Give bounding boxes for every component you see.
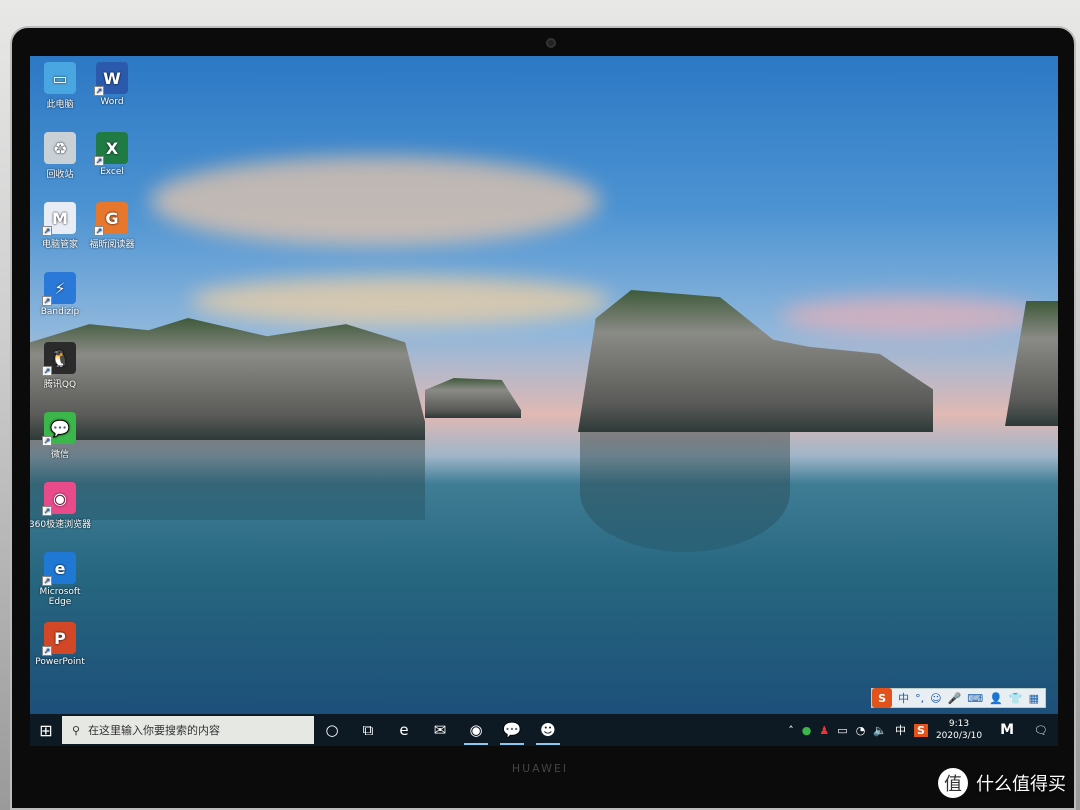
clock[interactable]: 9:13 2020/3/10: [936, 718, 982, 742]
webcam: [546, 38, 556, 48]
ime-skin-icon[interactable]: 👕: [1009, 692, 1023, 705]
edge-icon: e: [399, 721, 409, 739]
shortcut-arrow-icon: ↗: [42, 366, 52, 376]
shortcut-arrow-icon: ↗: [42, 226, 52, 236]
taskbar-mail-button[interactable]: ✉: [422, 714, 458, 746]
watermark-logo: 值: [938, 768, 968, 798]
action-center-icon[interactable]: 🗨: [1034, 724, 1048, 737]
ime-punct-toggle[interactable]: °,: [915, 692, 924, 705]
windows-logo-icon: ⊞: [39, 720, 53, 740]
desktop-icon-360-browser[interactable]: ◉ ↗ 360极速浏览器: [30, 482, 92, 530]
desktop-icon-excel[interactable]: X ↗ Excel: [80, 132, 144, 177]
clock-time: 9:13: [948, 719, 970, 729]
wallpaper-cliff-small: [425, 378, 521, 418]
pc-manager-icon: M ↗: [42, 202, 76, 236]
qq-icon: 🐧 ↗: [42, 342, 76, 376]
desktop-icon-label: Excel: [100, 167, 124, 177]
desktop-icon-label: 360极速浏览器: [30, 520, 92, 530]
watermark-text: 什么值得买: [976, 774, 1066, 795]
desktop-icon-bandizip[interactable]: ⚡ ↗ Bandizip: [30, 272, 92, 317]
pc-manager-tray-icon[interactable]: M: [1000, 722, 1014, 738]
ime-mode-toggle[interactable]: 中: [898, 690, 909, 706]
wechat-icon: 💬 ↗: [42, 412, 76, 446]
wechat-icon: 💬: [502, 721, 522, 739]
taskbar-avatar-app-button[interactable]: ☻: [530, 714, 566, 746]
avatar-app-icon: ☻: [540, 721, 556, 739]
taskbar-cortana-button[interactable]: ○: [314, 714, 350, 746]
sogou-ime-toolbar[interactable]: S 中 °, ☺ 🎤 ⌨ 👤 👕 ▦: [871, 688, 1046, 708]
edge-icon: e ↗: [42, 552, 76, 586]
task-view-icon: ⧉: [362, 721, 374, 739]
desktop-icon-word[interactable]: W ↗ Word: [80, 62, 144, 107]
shortcut-arrow-icon: ↗: [94, 226, 104, 236]
word-icon: W ↗: [94, 62, 128, 96]
shortcut-arrow-icon: ↗: [42, 436, 52, 446]
taskbar-task-view-button[interactable]: ⧉: [350, 714, 386, 746]
desktop-icon-wechat[interactable]: 💬 ↗ 微信: [30, 412, 92, 460]
shortcut-arrow-icon: ↗: [94, 86, 104, 96]
laptop-brand: HUAWEI: [511, 762, 569, 775]
desktop-icon-label: PowerPoint: [35, 657, 85, 667]
desktop-icon-qq[interactable]: 🐧 ↗ 腾讯QQ: [30, 342, 92, 390]
computer-icon: ▭: [44, 62, 76, 94]
taskbar-360-browser-button[interactable]: ◉: [458, 714, 494, 746]
bandizip-icon: ⚡ ↗: [42, 272, 76, 306]
taskbar: ⊞ ⚲ 在这里输入你要搜索的内容 ○ ⧉ e ✉ ◉ 💬 ☻ ˄ ● ♟ ▭ ◔ 🔈 中 S…: [30, 714, 1058, 746]
shortcut-arrow-icon: ↗: [94, 156, 104, 166]
system-tray: ˄ ● ♟ ▭ ◔ 🔈 中 S 9:13 2020/3/10 M 🗨: [788, 718, 1058, 742]
ime-keyboard-icon[interactable]: ⌨: [967, 692, 983, 705]
desktop-icon-foxit-pdf[interactable]: G ↗ 福昕阅读器: [80, 202, 144, 250]
desktop-icon-label: Word: [100, 97, 124, 107]
360-browser-icon: ◉: [469, 721, 483, 739]
start-button[interactable]: ⊞: [30, 714, 62, 746]
taskbar-edge-button[interactable]: e: [386, 714, 422, 746]
360-browser-icon: ◉ ↗: [42, 482, 76, 516]
sogou-logo[interactable]: S: [872, 688, 893, 708]
shortcut-arrow-icon: ↗: [42, 646, 52, 656]
desktop-icon-label: Bandizip: [40, 307, 80, 317]
shortcut-arrow-icon: ↗: [42, 296, 52, 306]
cortana-icon: ○: [325, 721, 339, 739]
watermark: 值 什么值得买: [938, 768, 1066, 798]
search-placeholder: 在这里输入你要搜索的内容: [88, 724, 221, 737]
ime-emoji-icon[interactable]: ☺: [930, 692, 941, 705]
volume-icon[interactable]: 🔈: [873, 724, 887, 737]
desktop-icon-label: 微信: [50, 450, 69, 460]
desktop-icon-label: 福昕阅读器: [89, 240, 135, 250]
qq-tray-icon[interactable]: ♟: [819, 724, 829, 737]
ime-toolbox-icon[interactable]: ▦: [1029, 692, 1039, 705]
ime-voice-icon[interactable]: 🎤: [948, 692, 962, 705]
shortcut-arrow-icon: ↗: [42, 506, 52, 516]
taskbar-wechat-button[interactable]: 💬: [494, 714, 530, 746]
show-hidden-icons-chevron-icon[interactable]: ˄: [788, 724, 794, 737]
battery-icon[interactable]: ▭: [837, 724, 847, 737]
clock-date: 2020/3/10: [935, 731, 983, 741]
ime-user-icon[interactable]: 👤: [989, 692, 1003, 705]
desktop-icon-label: 腾讯QQ: [43, 380, 77, 390]
desktop-icon-label: Microsoft Edge: [39, 587, 81, 607]
desktop: ▭ 此电脑 W ↗ Word ♻ 回收站 X ↗ Excel M ↗ 电脑管家 G ↗ 福昕阅读器 ⚡ ↗ Band…: [30, 56, 1058, 746]
search-box[interactable]: ⚲ 在这里输入你要搜索的内容: [62, 716, 314, 744]
wechat-tray-icon[interactable]: ●: [802, 724, 812, 737]
search-icon: ⚲: [72, 723, 81, 737]
shortcut-arrow-icon: ↗: [42, 576, 52, 586]
sogou-tray-icon[interactable]: S: [914, 723, 928, 737]
excel-icon: X ↗: [94, 132, 128, 166]
powerpoint-icon: P ↗: [42, 622, 76, 656]
wifi-icon[interactable]: ◔: [856, 724, 866, 737]
ime-language-indicator[interactable]: 中: [895, 722, 906, 738]
foxit-pdf-icon: G ↗: [94, 202, 128, 236]
mail-icon: ✉: [433, 721, 447, 739]
desktop-icon-powerpoint[interactable]: P ↗ PowerPoint: [30, 622, 92, 667]
desktop-icon-edge[interactable]: e ↗ Microsoft Edge: [30, 552, 92, 607]
recycle-bin-icon: ♻: [44, 132, 76, 164]
